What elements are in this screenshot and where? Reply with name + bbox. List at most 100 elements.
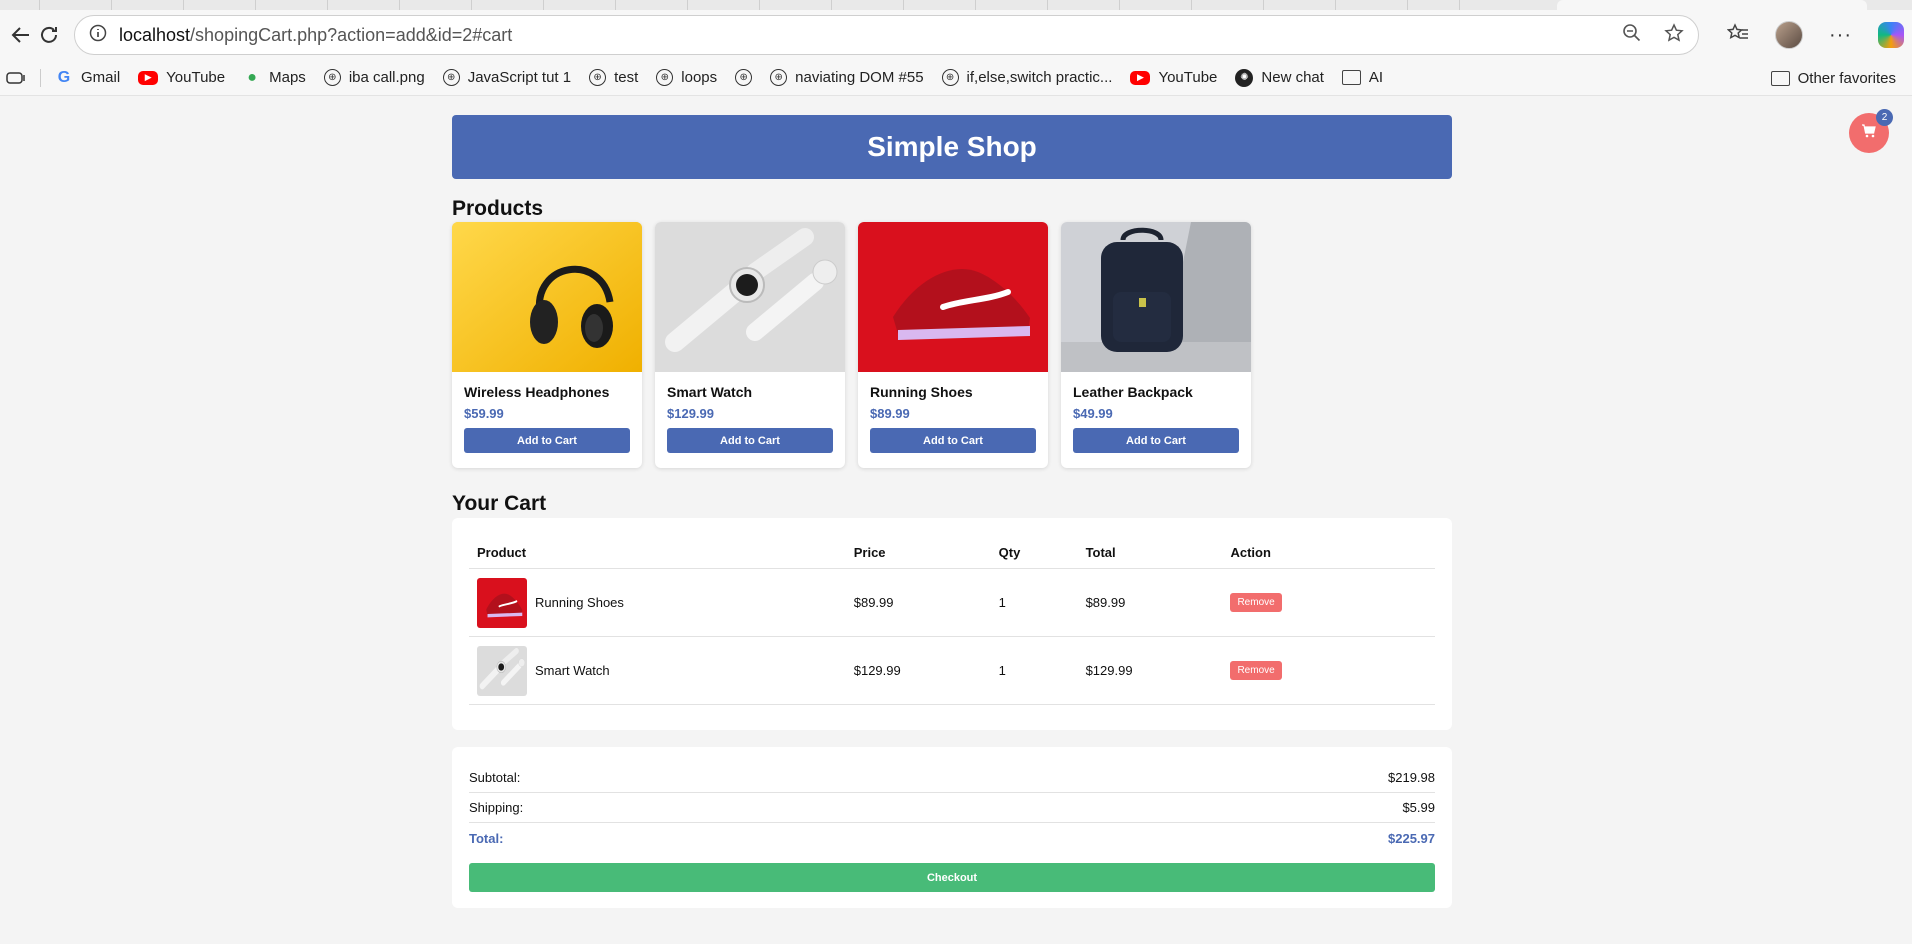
- bookmark-label: YouTube: [166, 69, 226, 86]
- cart-product-cell: Smart Watch: [469, 636, 846, 705]
- column-header: Product: [469, 535, 846, 569]
- maps-icon: ●: [247, 68, 257, 86]
- active-tab[interactable]: [1557, 0, 1867, 10]
- other-favorites[interactable]: Other favorites: [1770, 60, 1896, 96]
- zoom-out-icon[interactable]: [1622, 23, 1642, 48]
- bookmark-label: AI: [1368, 69, 1384, 86]
- column-header: Total: [1077, 535, 1223, 569]
- bookmark-item[interactable]: ▶ YouTube: [1130, 69, 1217, 86]
- url-host: localhost: [119, 24, 191, 45]
- bookmark-item[interactable]: G Gmail: [55, 69, 120, 87]
- bookmark-label: Maps: [269, 69, 306, 86]
- floating-cart-button[interactable]: 2: [1849, 109, 1893, 153]
- cart-item-qty: 1: [990, 636, 1078, 705]
- tab-strip: [0, 0, 1912, 10]
- cart-header-row: Product Price Qty Total Action: [469, 535, 1435, 569]
- cart-item-price: $129.99: [845, 636, 991, 705]
- product-name: Leather Backpack: [1073, 384, 1193, 400]
- bookmark-item[interactable]: ⊕ JavaScript tut 1: [442, 69, 572, 86]
- globe-icon: ⊕: [323, 69, 341, 86]
- cart-item-name: Running Shoes: [535, 595, 624, 610]
- shop-header: Simple Shop: [452, 115, 1452, 179]
- profile-avatar[interactable]: [1775, 21, 1803, 49]
- bookmark-label: iba call.png: [348, 69, 425, 86]
- add-to-cart-button[interactable]: Add to Cart: [464, 428, 630, 453]
- cart-table-box: Product Price Qty Total Action Running Shoes…: [452, 518, 1452, 730]
- favorites-list-icon[interactable]: [1726, 22, 1749, 49]
- remove-button[interactable]: Remove: [1230, 593, 1282, 612]
- tab-actions-icon[interactable]: [6, 71, 26, 85]
- bookmark-label: naviating DOM #55: [795, 69, 924, 86]
- product-card: Running Shoes $89.99 Add to Cart: [858, 222, 1048, 468]
- copilot-icon[interactable]: [1877, 22, 1904, 48]
- column-header: Action: [1222, 535, 1435, 569]
- cart-item-price: $89.99: [845, 568, 991, 637]
- bookmark-item[interactable]: ● Maps: [243, 69, 306, 87]
- cart-item-name: Smart Watch: [535, 663, 610, 678]
- cart-icon: [1861, 123, 1877, 144]
- checkout-button[interactable]: Checkout: [469, 863, 1435, 892]
- bookmark-label: if,else,switch practic...: [966, 69, 1113, 86]
- product-price: $129.99: [667, 406, 714, 421]
- cart-product-cell: Running Shoes: [469, 568, 846, 637]
- refresh-icon[interactable]: [38, 18, 60, 52]
- cart-row: Running Shoes $89.99 1 $89.99 Remove: [469, 568, 1435, 637]
- bookmark-item[interactable]: ⊕ iba call.png: [323, 69, 425, 86]
- subtotal-value: $219.98: [1388, 770, 1435, 785]
- bookmark-item[interactable]: ⊕ loops: [656, 69, 717, 86]
- page-viewport: Simple Shop Products Wireless Headphones…: [0, 96, 1912, 944]
- cart-item-thumbnail: [477, 645, 527, 696]
- total-label: Total:: [469, 830, 504, 846]
- bookmark-item[interactable]: ⊕: [735, 69, 753, 86]
- url-field[interactable]: localhost/shopingCart.php?action=add&id=…: [74, 15, 1699, 55]
- product-price: $89.99: [870, 406, 910, 421]
- cart-table: Product Price Qty Total Action Running Shoes…: [469, 535, 1435, 705]
- add-to-cart-button[interactable]: Add to Cart: [870, 428, 1036, 453]
- back-icon[interactable]: [10, 18, 32, 52]
- subtotal-row: Subtotal: $219.98: [469, 763, 1435, 793]
- column-header: Qty: [990, 535, 1078, 569]
- product-image: [1061, 222, 1251, 372]
- chatgpt-icon: ✺: [1235, 68, 1254, 87]
- add-to-cart-button[interactable]: Add to Cart: [1073, 428, 1239, 453]
- cart-item-total: $89.99: [1077, 568, 1223, 637]
- shipping-row: Shipping: $5.99: [469, 793, 1435, 823]
- product-image: [858, 222, 1048, 372]
- cart-summary: Subtotal: $219.98 Shipping: $5.99 Total:…: [452, 747, 1452, 908]
- product-image: [452, 222, 642, 372]
- cart-row: Smart Watch $129.99 1 $129.99 Remove: [469, 636, 1435, 705]
- bookmark-label: loops: [681, 69, 718, 86]
- product-name: Wireless Headphones: [464, 384, 610, 400]
- product-card: Wireless Headphones $59.99 Add to Cart: [452, 222, 642, 468]
- product-card: Smart Watch $129.99 Add to Cart: [655, 222, 845, 468]
- url-text: localhost/shopingCart.php?action=add&id=…: [119, 25, 1610, 46]
- google-icon: G: [57, 68, 71, 86]
- more-options-icon[interactable]: ···: [1829, 24, 1852, 47]
- other-favorites-label: Other favorites: [1797, 69, 1896, 87]
- bookmark-label: Gmail: [81, 69, 121, 86]
- cart-count-badge: 2: [1876, 109, 1893, 126]
- info-icon[interactable]: [89, 24, 107, 47]
- bookmark-label: test: [614, 69, 639, 86]
- bookmark-item[interactable]: ▶ YouTube: [138, 69, 225, 86]
- favorite-star-icon[interactable]: [1664, 22, 1684, 48]
- cart-item-total: $129.99: [1077, 636, 1223, 705]
- youtube-icon: ▶: [1130, 70, 1151, 85]
- cart-item-thumbnail: [477, 577, 527, 628]
- cart-heading: Your Cart: [452, 492, 547, 515]
- bookmark-item[interactable]: AI: [1341, 69, 1384, 86]
- product-grid: Wireless Headphones $59.99 Add to Cart S…: [452, 222, 1452, 468]
- bookmark-item[interactable]: ⊕ naviating DOM #55: [770, 69, 924, 86]
- bookmark-label: JavaScript tut 1: [467, 69, 572, 86]
- shop-title: Simple Shop: [867, 131, 1037, 162]
- remove-button[interactable]: Remove: [1230, 661, 1282, 680]
- cart-item-qty: 1: [990, 568, 1078, 637]
- cart-action-cell: Remove: [1222, 636, 1435, 705]
- globe-icon: ⊕: [735, 69, 753, 86]
- bookmark-item[interactable]: ⊕ if,else,switch practic...: [941, 69, 1113, 86]
- folder-icon: [1341, 70, 1361, 85]
- add-to-cart-button[interactable]: Add to Cart: [667, 428, 833, 453]
- shipping-label: Shipping:: [469, 800, 524, 815]
- bookmark-item[interactable]: ⊕ test: [589, 69, 638, 86]
- bookmark-item[interactable]: ✺ New chat: [1235, 68, 1324, 87]
